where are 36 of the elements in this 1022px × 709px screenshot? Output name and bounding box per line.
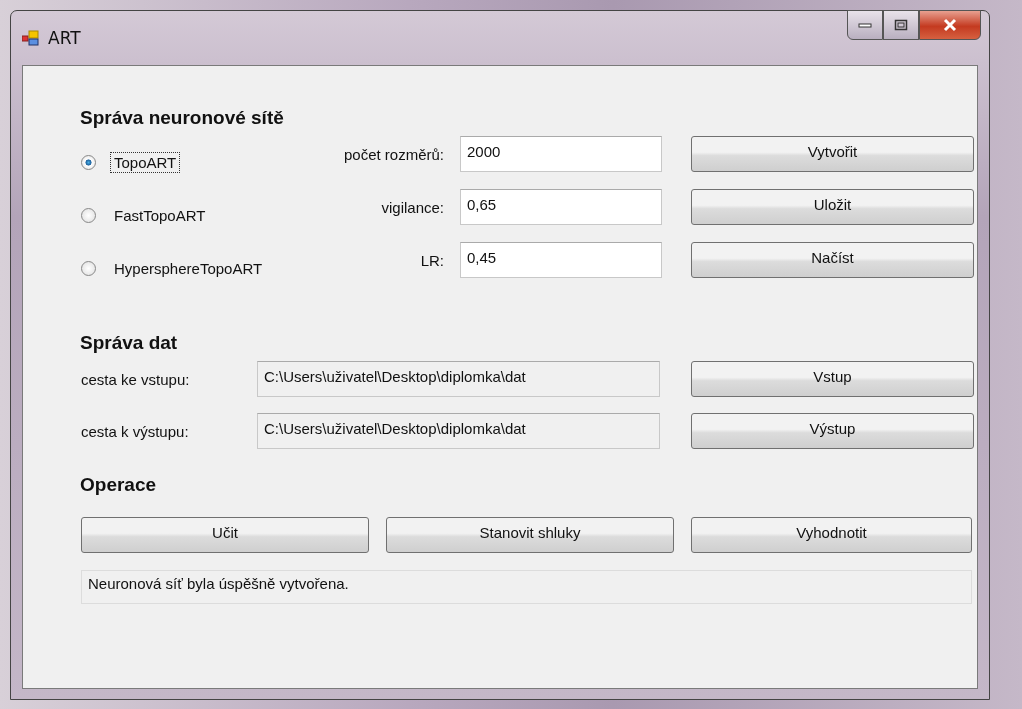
radio-label[interactable]: FastTopoART: [110, 205, 210, 226]
section-heading: Operace: [80, 473, 158, 497]
action-button[interactable]: Učit: [81, 517, 369, 553]
field-label: cesta k výstupu:: [81, 422, 190, 440]
action-button[interactable]: Výstup: [691, 413, 974, 449]
input-field[interactable]: 0,65: [460, 189, 662, 225]
action-button[interactable]: Stanovit shluky: [386, 517, 674, 553]
close-button[interactable]: [919, 10, 981, 40]
path-field[interactable]: C:\Users\uživatel\Desktop\diplomka\dat: [257, 413, 660, 449]
field-label: počet rozměrů:: [343, 145, 444, 163]
action-button[interactable]: Vstup: [691, 361, 974, 397]
input-field[interactable]: 0,45: [460, 242, 662, 278]
input-field[interactable]: 2000: [460, 136, 662, 172]
close-icon: [942, 18, 958, 32]
maximize-button[interactable]: [883, 10, 919, 40]
action-button[interactable]: Načíst: [691, 242, 974, 278]
radio-button[interactable]: [81, 261, 96, 276]
section-heading: Správa dat: [80, 331, 179, 355]
radio-button[interactable]: [81, 208, 96, 223]
action-button[interactable]: Vyhodnotit: [691, 517, 972, 553]
minimize-icon: [858, 22, 872, 28]
app-icon: [22, 30, 40, 46]
section-heading: Správa neuronové sítě: [80, 106, 285, 130]
field-label: vigilance:: [381, 198, 444, 216]
action-button[interactable]: Uložit: [691, 189, 974, 225]
path-field[interactable]: C:\Users\uživatel\Desktop\diplomka\dat: [257, 361, 660, 397]
status-field: Neuronová síť byla úspěšně vytvořena.: [81, 570, 972, 604]
maximize-icon: [894, 19, 908, 31]
radio-label[interactable]: TopoART: [110, 152, 181, 173]
field-label: LR:: [420, 251, 444, 269]
radio-label[interactable]: HypersphereTopoART: [110, 258, 267, 279]
field-label: cesta ke vstupu:: [81, 370, 191, 388]
radio-button[interactable]: [81, 155, 96, 170]
action-button[interactable]: Vytvořit: [691, 136, 974, 172]
window-title: ART: [48, 28, 81, 48]
minimize-button[interactable]: [847, 10, 883, 40]
